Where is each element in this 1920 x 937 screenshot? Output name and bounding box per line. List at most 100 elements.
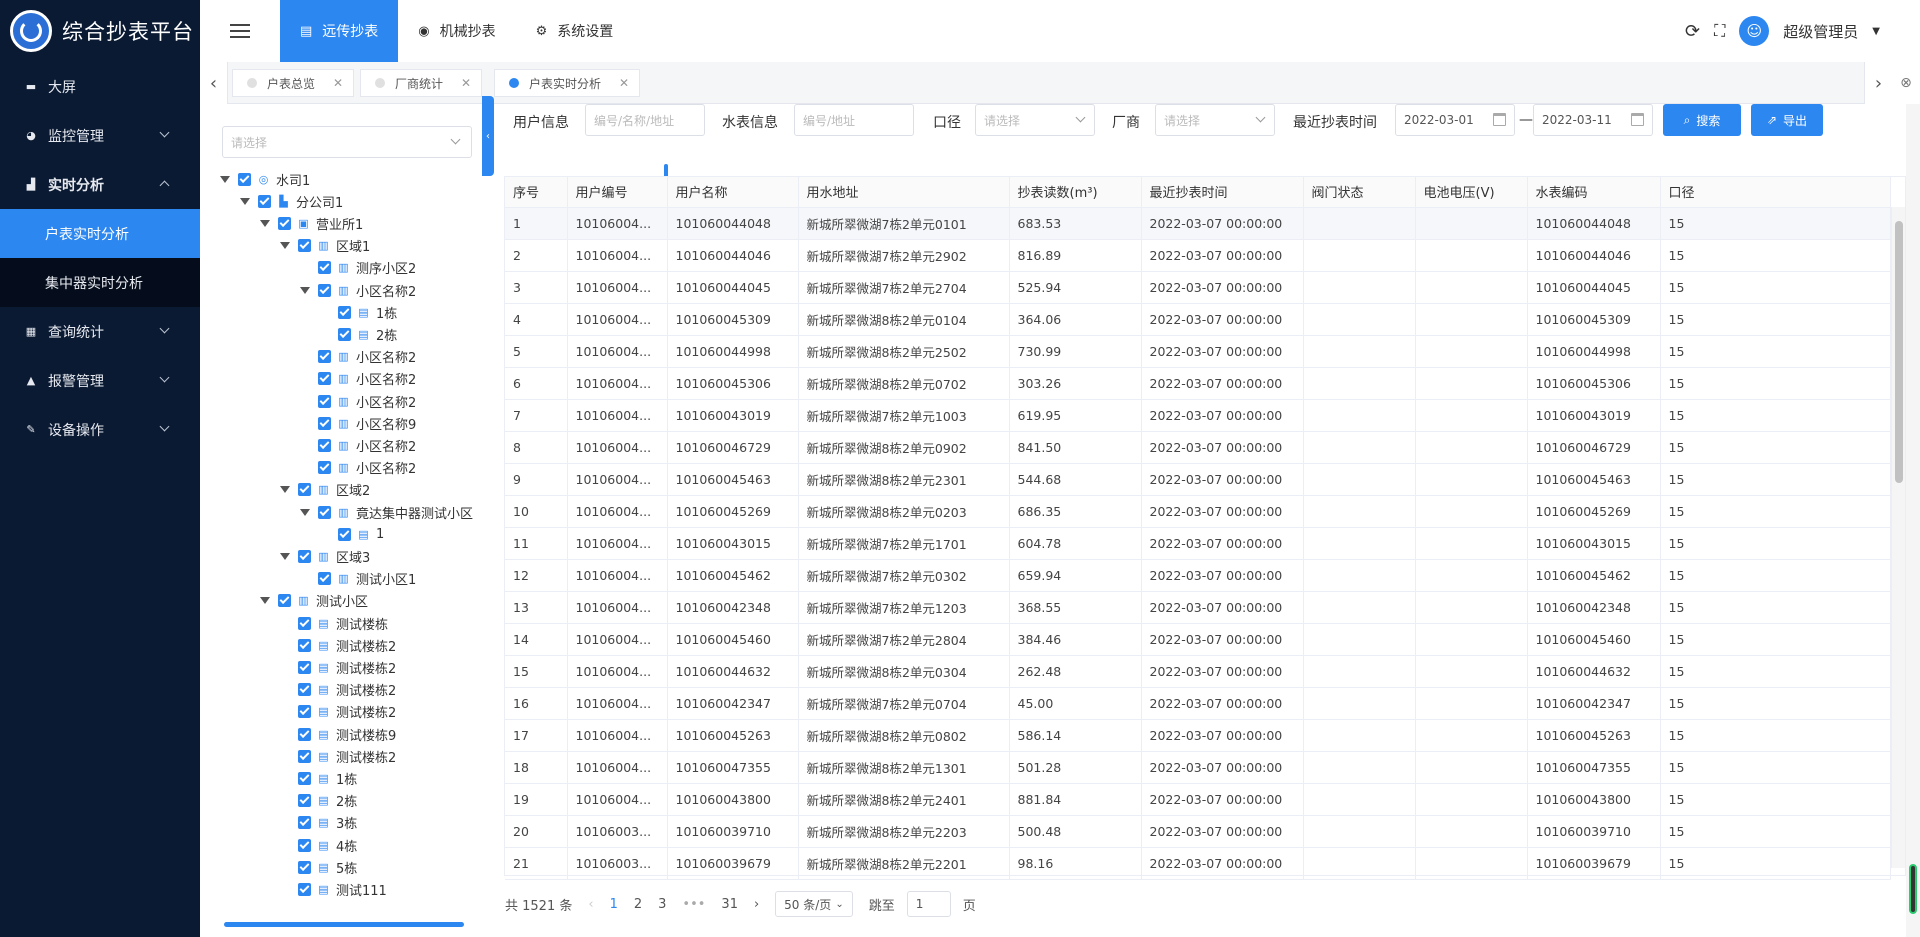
- tree-node[interactable]: ▥ 小区名称9: [300, 412, 416, 434]
- collapse-tree-icon[interactable]: ‹: [482, 96, 494, 176]
- checkbox-checked[interactable]: [318, 505, 331, 519]
- avatar[interactable]: ☺: [1739, 16, 1770, 46]
- column-header[interactable]: 阀门状态: [1303, 177, 1416, 208]
- sidebar-item-bigscreen[interactable]: ▬ 大屏: [0, 62, 200, 111]
- column-header[interactable]: 电池电压(V): [1415, 177, 1528, 208]
- tree-node[interactable]: ▥ 小区名称2: [300, 346, 416, 368]
- table-row[interactable]: 13 10106004... 101060042348 新城所翠微湖7栋2单元1203…: [505, 591, 1891, 624]
- user-name[interactable]: 超级管理员: [1783, 21, 1858, 42]
- column-header[interactable]: 用水地址: [798, 177, 1010, 208]
- tree-node[interactable]: ▤ 1: [320, 523, 384, 545]
- sidebar-item-device[interactable]: ✎ 设备操作: [0, 405, 200, 454]
- refresh-icon[interactable]: ⟳: [1685, 21, 1700, 42]
- column-header[interactable]: 用户名称: [667, 177, 799, 208]
- tree-node[interactable]: ▤ 4栋: [280, 834, 357, 856]
- checkbox-checked[interactable]: [298, 705, 311, 719]
- checkbox-checked[interactable]: [238, 172, 251, 186]
- checkbox-checked[interactable]: [318, 372, 331, 386]
- checkbox-checked[interactable]: [298, 860, 311, 874]
- table-row[interactable]: 8 10106004... 101060046729 新城所翠微湖8栋2单元0902 8…: [505, 431, 1891, 464]
- page-tab-vendor[interactable]: 厂商统计 ✕: [360, 69, 483, 97]
- table-row[interactable]: 21 10106003... 101060039679 新城所翠微湖8栋2单元2201…: [505, 847, 1891, 880]
- table-row[interactable]: 16 10106004... 101060042347 新城所翠微湖7栋2单元0704…: [505, 687, 1891, 720]
- checkbox-checked[interactable]: [298, 794, 311, 808]
- table-row[interactable]: 12 10106004... 101060045462 新城所翠微湖7栋2单元0302…: [505, 559, 1891, 592]
- meter-info-input[interactable]: 编号/地址: [794, 104, 914, 136]
- column-header[interactable]: 抄表读数(m³): [1009, 177, 1142, 208]
- tree-node[interactable]: ▥ 区域3: [280, 545, 370, 567]
- tree-node[interactable]: ▤ 测试111: [280, 878, 387, 900]
- checkbox-checked[interactable]: [338, 305, 351, 319]
- table-row[interactable]: 4 10106004... 101060045309 新城所翠微湖8栋2单元0104 3…: [505, 303, 1891, 336]
- tree-node[interactable]: ▥ 小区名称2: [300, 457, 416, 479]
- table-row[interactable]: 6 10106004... 101060045306 新城所翠微湖8栋2单元0702 3…: [505, 367, 1891, 400]
- checkbox-checked[interactable]: [298, 749, 311, 763]
- tree-node[interactable]: ▤ 2栋: [280, 790, 357, 812]
- sidebar-item-query[interactable]: ▦ 查询统计: [0, 307, 200, 356]
- table-row[interactable]: 9 10106004... 101060045463 新城所翠微湖8栋2单元2301 5…: [505, 463, 1891, 496]
- table-scrollbar[interactable]: [1891, 207, 1905, 868]
- table-row[interactable]: 2 10106004... 101060044046 新城所翠微湖7栋2单元2902 8…: [505, 239, 1891, 272]
- tree-node[interactable]: ▤ 1栋: [280, 767, 357, 789]
- table-row[interactable]: 20 10106003... 101060039710 新城所翠微湖8栋2单元2203…: [505, 815, 1891, 848]
- sidebar-subitem-meter-realtime[interactable]: 户表实时分析: [0, 209, 200, 258]
- page-2[interactable]: 2: [634, 897, 642, 912]
- tree-node[interactable]: ▤ 测试楼栋2: [280, 679, 396, 701]
- nav-tab-mechanical[interactable]: ◉ 机械抄表: [398, 0, 515, 62]
- caret-down-icon[interactable]: [280, 242, 290, 250]
- checkbox-checked[interactable]: [318, 572, 331, 586]
- tree-node[interactable]: ▥ 小区名称2: [300, 279, 416, 301]
- menu-toggle-icon[interactable]: [200, 24, 280, 38]
- page-31[interactable]: 31: [721, 897, 738, 912]
- column-header[interactable]: 最近抄表时间: [1141, 177, 1304, 208]
- tree-node[interactable]: ▥ 测试小区: [260, 590, 368, 612]
- table-row[interactable]: 14 10106004... 101060045460 新城所翠微湖7栋2单元2804…: [505, 623, 1891, 656]
- page-tab-meter-realtime[interactable]: 户表实时分析 ✕: [494, 69, 641, 97]
- tree-node[interactable]: ▥ 小区名称2: [300, 434, 416, 456]
- table-row[interactable]: 18 10106004... 101060047355 新城所翠微湖8栋2单元1301…: [505, 751, 1891, 784]
- checkbox-checked[interactable]: [298, 549, 311, 563]
- caret-down-icon[interactable]: [260, 597, 270, 605]
- checkbox-checked[interactable]: [318, 350, 331, 364]
- tree-node[interactable]: ▤ 测试楼栋2: [280, 745, 396, 767]
- tree-node[interactable]: ▥ 区域1: [280, 235, 370, 257]
- checkbox-checked[interactable]: [318, 461, 331, 475]
- tabs-prev-icon[interactable]: ‹: [200, 62, 228, 104]
- tree-node[interactable]: ▥ 小区名称2: [300, 390, 416, 412]
- tree-node[interactable]: ◎ 水司1: [220, 168, 310, 190]
- table-row[interactable]: 15 10106004... 101060044632 新城所翠微湖8栋2单元0304…: [505, 655, 1891, 688]
- table-row[interactable]: 19 10106004... 101060043800 新城所翠微湖8栋2单元2401…: [505, 783, 1891, 816]
- table-row[interactable]: 3 10106004... 101060044045 新城所翠微湖7栋2单元2704 5…: [505, 271, 1891, 304]
- page-scrollbar[interactable]: [1906, 104, 1920, 937]
- tree-node[interactable]: ▤ 测试楼栋: [280, 612, 388, 634]
- table-row[interactable]: 5 10106004... 101060044998 新城所翠微湖8栋2单元2502 7…: [505, 335, 1891, 368]
- tree-node[interactable]: ▤ 1栋: [320, 301, 397, 323]
- sidebar-item-alarm[interactable]: ▲ 报警管理: [0, 356, 200, 405]
- checkbox-checked[interactable]: [298, 882, 311, 896]
- page-size-select[interactable]: 50 条/页 ⌄: [775, 891, 853, 917]
- caret-down-icon[interactable]: ▼: [1872, 26, 1880, 37]
- caret-down-icon[interactable]: [300, 508, 310, 516]
- caret-down-icon[interactable]: [260, 219, 270, 227]
- column-header[interactable]: 水表编码: [1527, 177, 1661, 208]
- date-to-input[interactable]: 2022-03-11: [1533, 104, 1653, 136]
- checkbox-checked[interactable]: [298, 483, 311, 497]
- checkbox-checked[interactable]: [258, 194, 271, 208]
- checkbox-checked[interactable]: [298, 660, 311, 674]
- tree-node[interactable]: ▥ 测序小区2: [300, 257, 416, 279]
- tree-node[interactable]: ▤ 2栋: [320, 323, 397, 345]
- checkbox-checked[interactable]: [298, 239, 311, 253]
- checkbox-checked[interactable]: [318, 283, 331, 297]
- tree-node[interactable]: ▤ 测试楼栋2: [280, 701, 396, 723]
- table-row[interactable]: 7 10106004... 101060043019 新城所翠微湖7栋2单元1003 6…: [505, 399, 1891, 432]
- prev-page-icon[interactable]: ‹: [588, 897, 593, 912]
- checkbox-checked[interactable]: [298, 816, 311, 830]
- close-icon[interactable]: ✕: [461, 76, 471, 90]
- caret-down-icon[interactable]: [280, 486, 290, 494]
- tree-node[interactable]: ▥ 测试小区1: [300, 568, 416, 590]
- caret-down-icon[interactable]: [300, 286, 310, 294]
- tree-select[interactable]: 请选择: [222, 126, 472, 158]
- tree-node[interactable]: ▣ 营业所1: [260, 212, 363, 234]
- nav-tab-settings[interactable]: ⚙ 系统设置: [516, 0, 634, 62]
- user-info-input[interactable]: 编号/名称/地址: [585, 104, 705, 136]
